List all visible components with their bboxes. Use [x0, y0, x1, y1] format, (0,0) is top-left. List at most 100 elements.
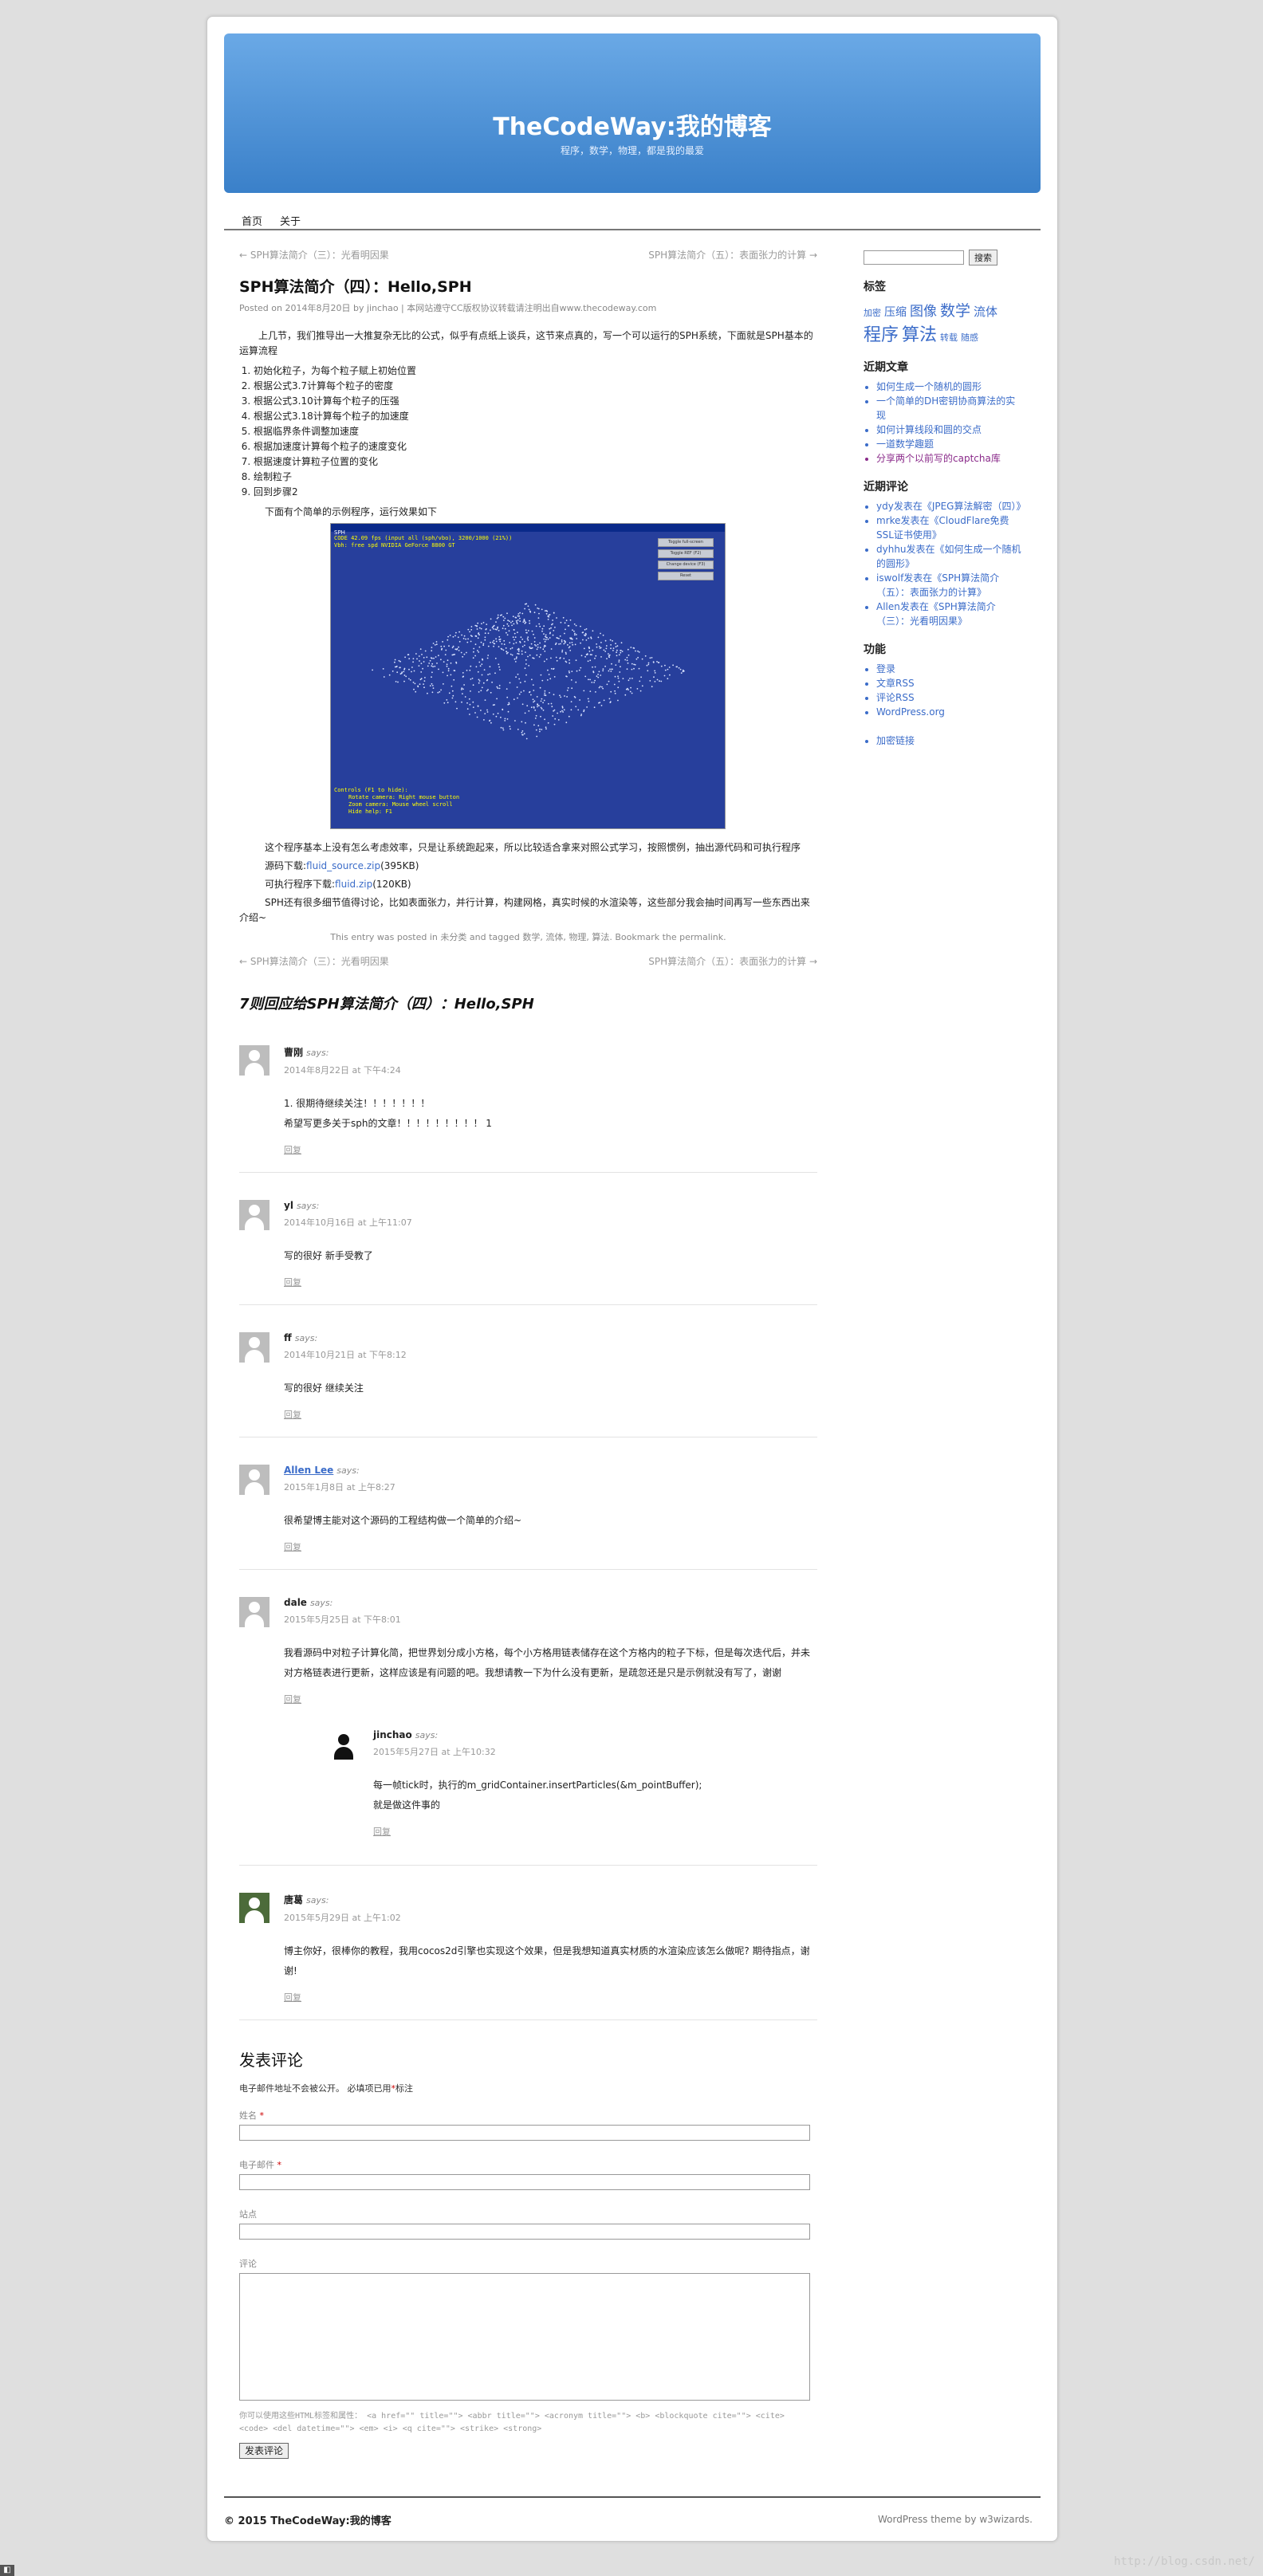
- recent-post-link[interactable]: 一道数学趣题: [876, 437, 1023, 451]
- submit-comment-button[interactable]: 发表评论: [239, 2443, 289, 2459]
- reply-link[interactable]: 回复: [284, 1276, 301, 1288]
- recent-comment-link[interactable]: iswolf发表在《SPH算法简介（五）：表面张力的计算》: [876, 571, 1023, 600]
- taskbar-icon[interactable]: ◧: [0, 2565, 14, 2576]
- meta-date-link[interactable]: 2014年8月20日: [285, 303, 350, 313]
- particle-dot: [544, 694, 545, 696]
- comment-item: 曹刚 says: 2014年8月22日 at 下午4:24 1. 很期待继续关注！…: [239, 1045, 817, 1173]
- recent-post-link[interactable]: 分享两个以前写的captcha库: [876, 451, 1023, 466]
- particle-dot: [542, 702, 544, 704]
- footer-text3: Bookmark the: [615, 932, 677, 942]
- email-field[interactable]: [239, 2174, 810, 2190]
- recent-comment-link[interactable]: Allen发表在《SPH算法简介（三）：光看明因果》: [876, 600, 1023, 628]
- recent-comment-link[interactable]: dyhhu发表在《如何生成一个随机的圆形》: [876, 542, 1023, 571]
- comments-title: 7则回应给SPH算法简介（四）：Hello,SPH: [239, 996, 534, 1013]
- particle-dot: [639, 690, 642, 692]
- recent-post-link[interactable]: 如何生成一个随机的圆形: [876, 380, 1023, 394]
- meta-link-login[interactable]: 登录: [876, 662, 1023, 676]
- bin-download-link[interactable]: fluid.zip: [335, 879, 372, 890]
- comment-textarea[interactable]: [239, 2273, 810, 2401]
- tag-cloud-link[interactable]: 压缩: [884, 304, 907, 320]
- meta-site-link[interactable]: www.thecodeway.com: [560, 303, 657, 313]
- particle-dot: [525, 651, 526, 653]
- particle-dot: [496, 698, 498, 700]
- comment-author-link[interactable]: Allen Lee: [284, 1465, 333, 1476]
- recent-post-link[interactable]: 一个简单的DH密钥协商算法的实现: [876, 394, 1023, 423]
- reply-link[interactable]: 回复: [284, 1540, 301, 1553]
- src-download-link[interactable]: fluid_source.zip: [306, 860, 380, 871]
- particle-dot: [529, 690, 531, 693]
- comment-text: 写的很好 继续关注: [284, 1382, 364, 1394]
- reply-link[interactable]: 回复: [284, 1693, 301, 1705]
- tag-link[interactable]: 流体: [545, 932, 563, 942]
- reply-link[interactable]: 回复: [284, 1408, 301, 1421]
- tag-cloud-link[interactable]: 流体: [974, 303, 997, 320]
- prev-post-link[interactable]: ← SPH算法简介（三）：光看明因果: [239, 954, 389, 968]
- particle-dot: [567, 644, 569, 646]
- reply-link[interactable]: 回复: [373, 1825, 391, 1838]
- next-post-link[interactable]: SPH算法简介（五）：表面张力的计算 →: [648, 954, 817, 968]
- site-field[interactable]: [239, 2224, 810, 2240]
- particle-dot: [592, 630, 594, 632]
- particle-dot: [493, 643, 495, 645]
- tag-cloud-link[interactable]: 随感: [961, 331, 978, 344]
- search-button[interactable]: 搜索: [969, 250, 997, 265]
- tag-cloud-link[interactable]: 加密: [864, 306, 881, 319]
- particle-dot: [442, 641, 443, 643]
- meta-link-wordpress[interactable]: WordPress.org: [876, 705, 1023, 719]
- permalink-link[interactable]: permalink: [679, 932, 723, 942]
- comment-date-link[interactable]: 2015年5月25日 at 下午8:01: [284, 1613, 817, 1626]
- tag-cloud-link[interactable]: 转载: [940, 331, 958, 344]
- category-link[interactable]: 未分类: [440, 932, 466, 942]
- name-field[interactable]: [239, 2125, 810, 2141]
- comment-date-link[interactable]: 2015年5月27日 at 上午10:32: [373, 1745, 817, 1758]
- recent-comment-link[interactable]: mrke发表在《CloudFlare免费SSL证书使用》: [876, 513, 1023, 542]
- tag-link[interactable]: 物理: [569, 932, 586, 942]
- tag-cloud-link[interactable]: 图像: [910, 300, 937, 320]
- tag-link[interactable]: 数学: [522, 932, 540, 942]
- site-title[interactable]: TheCodeWay:我的博客: [224, 107, 1041, 142]
- tag-cloud-link[interactable]: 数学: [940, 299, 970, 321]
- next-post-link[interactable]: SPH算法简介（五）：表面张力的计算 →: [648, 248, 817, 262]
- meta-link-comments-rss[interactable]: 评论RSS: [876, 690, 1023, 705]
- recent-post-link[interactable]: 如何计算线段和圆的交点: [876, 423, 1023, 437]
- comment-date-link[interactable]: 2014年8月22日 at 下午4:24: [284, 1064, 817, 1076]
- particle-dot: [464, 696, 466, 698]
- prev-post-link[interactable]: ← SPH算法简介（三）：光看明因果: [239, 248, 389, 262]
- particle-dot: [435, 656, 437, 658]
- nav-item-home[interactable]: 首页: [242, 213, 262, 228]
- tag-cloud-link[interactable]: 算法: [902, 321, 937, 346]
- meta-link-rss[interactable]: 文章RSS: [876, 676, 1023, 690]
- site-header: TheCodeWay:我的博客 程序，数学，物理，都是我的最爱: [224, 33, 1041, 193]
- tag-cloud-link[interactable]: 程序: [864, 321, 899, 346]
- particle-dot: [434, 665, 436, 667]
- comment-date-link[interactable]: 2015年5月29日 at 上午1:02: [284, 1911, 817, 1924]
- nav-item-about[interactable]: 关于: [280, 213, 301, 228]
- particle-dot: [431, 685, 434, 686]
- tag-link[interactable]: 算法: [592, 932, 609, 942]
- reply-link[interactable]: 回复: [284, 1143, 301, 1156]
- particle-dot: [523, 733, 525, 735]
- particle-dot: [537, 706, 538, 708]
- particle-dot: [611, 663, 612, 665]
- meta-license-link[interactable]: CC版权协议: [451, 303, 498, 313]
- particle-dot: [518, 678, 521, 680]
- particle-dot: [463, 635, 466, 637]
- avatar: [239, 1465, 270, 1495]
- particle-dot: [547, 722, 549, 724]
- particle-dot: [560, 696, 562, 698]
- recent-comment-link[interactable]: ydy发表在《JPEG算法解密（四）》: [876, 499, 1025, 513]
- particle-dot: [496, 617, 498, 619]
- search-input[interactable]: [864, 250, 964, 265]
- comment-date-link[interactable]: 2014年10月16日 at 上午11:07: [284, 1216, 817, 1229]
- encrypted-link[interactable]: 加密链接: [876, 733, 1023, 748]
- meta-author-link[interactable]: jinchao: [367, 303, 399, 313]
- particle-dot: [463, 684, 465, 686]
- particle-dot: [466, 641, 469, 643]
- particle-dot: [510, 728, 511, 730]
- particle-dot: [461, 687, 463, 690]
- comment-date-link[interactable]: 2014年10月21日 at 下午8:12: [284, 1348, 817, 1361]
- particle-dot: [554, 627, 556, 628]
- reply-link[interactable]: 回复: [284, 1991, 301, 2004]
- theme-credit[interactable]: WordPress theme by w3wizards.: [878, 2514, 1033, 2525]
- comment-date-link[interactable]: 2015年1月8日 at 上午8:27: [284, 1481, 817, 1493]
